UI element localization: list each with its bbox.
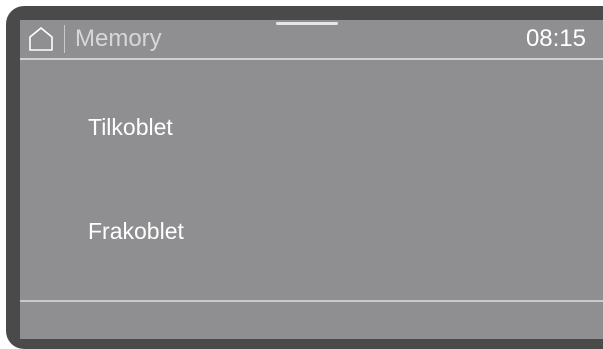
home-button[interactable] [28,26,54,52]
page-title: Memory [75,25,162,52]
device-frame: Memory 08:15 Tilkoblet Frakoblet [0,0,603,349]
menu-item-label: Tilkoblet [88,114,173,140]
menu-item-frakoblet[interactable]: Frakoblet [20,164,603,268]
menu-item-label: Frakoblet [88,218,184,244]
footer-bar [20,302,603,339]
display-screen: Memory 08:15 Tilkoblet Frakoblet [20,20,603,339]
clock-display: 08:15 [525,25,586,52]
header-bar: Memory 08:15 [20,20,603,58]
menu-item-tilkoblet[interactable]: Tilkoblet [20,60,603,164]
home-icon [29,27,53,51]
header-separator [64,25,65,53]
